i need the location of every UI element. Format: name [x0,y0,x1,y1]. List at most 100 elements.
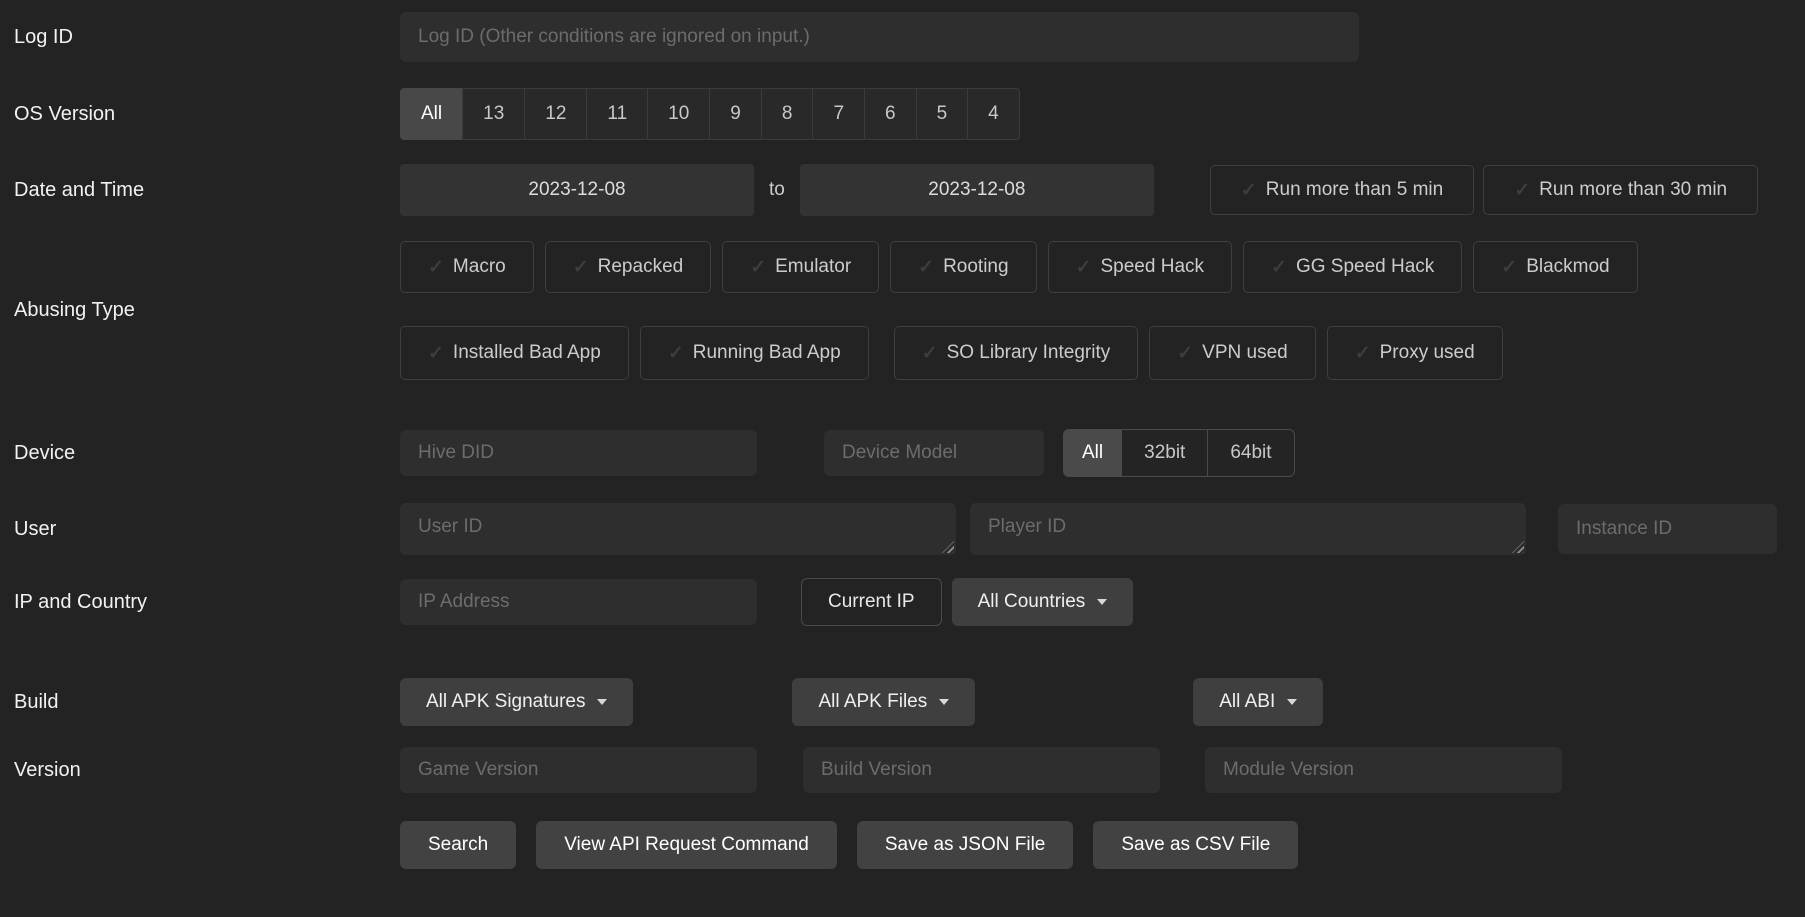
device-arch-segment: All 32bit 64bit [1063,429,1295,477]
installed-bad-app-label: Installed Bad App [453,342,601,364]
check-icon: ✓ [668,342,684,365]
blackmod-toggle[interactable]: ✓ Blackmod [1473,241,1637,293]
proxy-used-label: Proxy used [1380,342,1475,364]
check-icon: ✓ [750,256,766,279]
speed-hack-label: Speed Hack [1101,256,1205,278]
player-id-textarea-wrapper [970,503,1526,555]
countries-dropdown-label: All Countries [978,591,1086,613]
row-os-version: OS Version All 13 12 11 10 9 8 7 6 5 4 [0,88,1805,140]
row-actions: Search View API Request Command Save as … [0,821,1805,869]
os-version-option-all[interactable]: All [400,88,463,140]
user-id-textarea[interactable] [400,503,956,555]
row-ip-country: IP and Country Current IP All Countries [0,578,1805,626]
date-from-input[interactable] [400,164,754,216]
os-version-segment: All 13 12 11 10 9 8 7 6 5 4 [400,88,1020,140]
arch-option-32bit[interactable]: 32bit [1121,429,1208,477]
os-version-option-5[interactable]: 5 [916,88,969,140]
search-filter-form: Log ID OS Version All 13 12 11 10 9 8 7 … [0,0,1805,869]
speed-hack-toggle[interactable]: ✓ Speed Hack [1048,241,1232,293]
run-more-than-30-min-toggle[interactable]: ✓ Run more than 30 min [1483,165,1758,215]
check-icon: ✓ [918,256,934,279]
emulator-toggle[interactable]: ✓ Emulator [722,241,879,293]
arch-option-64bit[interactable]: 64bit [1207,429,1294,477]
check-icon: ✓ [1177,342,1193,365]
repacked-toggle[interactable]: ✓ Repacked [545,241,711,293]
check-icon: ✓ [1241,179,1257,202]
countries-dropdown[interactable]: All Countries [952,578,1134,626]
date-to-input[interactable] [800,164,1154,216]
emulator-label: Emulator [775,256,851,278]
os-version-option-11[interactable]: 11 [586,88,648,140]
save-json-button[interactable]: Save as JSON File [857,821,1074,869]
os-version-option-10[interactable]: 10 [647,88,710,140]
abusing-type-row-1: ✓ Macro ✓ Repacked ✓ Emulator ✓ Rooting [400,241,1638,293]
rooting-toggle[interactable]: ✓ Rooting [890,241,1036,293]
so-library-integrity-toggle[interactable]: ✓ SO Library Integrity [894,326,1139,380]
build-version-input[interactable] [803,747,1160,793]
os-version-option-9[interactable]: 9 [709,88,762,140]
device-model-input[interactable] [824,430,1044,476]
save-csv-button[interactable]: Save as CSV File [1093,821,1298,869]
os-version-option-4[interactable]: 4 [967,88,1020,140]
os-version-option-6[interactable]: 6 [864,88,917,140]
instance-id-input[interactable] [1558,504,1777,554]
check-icon: ✓ [1271,256,1287,279]
os-version-option-12[interactable]: 12 [524,88,587,140]
installed-bad-app-toggle[interactable]: ✓ Installed Bad App [400,326,629,380]
search-button[interactable]: Search [400,821,516,869]
repacked-label: Repacked [598,256,684,278]
check-icon: ✓ [922,342,938,365]
module-version-input[interactable] [1205,747,1562,793]
abusing-type-row-2: ✓ Installed Bad App ✓ Running Bad App ✓ … [400,326,1638,380]
run-more-than-30-min-label: Run more than 30 min [1539,179,1727,201]
os-version-option-7[interactable]: 7 [812,88,865,140]
apk-files-dropdown-label: All APK Files [818,691,927,713]
hive-did-input[interactable] [400,430,757,476]
label-os-version: OS Version [0,103,400,126]
run-more-than-5-min-toggle[interactable]: ✓ Run more than 5 min [1210,165,1474,215]
proxy-used-toggle[interactable]: ✓ Proxy used [1327,326,1503,380]
gg-speed-hack-toggle[interactable]: ✓ GG Speed Hack [1243,241,1462,293]
check-icon: ✓ [428,342,444,365]
vpn-used-toggle[interactable]: ✓ VPN used [1149,326,1315,380]
ip-address-input[interactable] [400,579,757,625]
os-version-option-8[interactable]: 8 [761,88,814,140]
so-library-integrity-label: SO Library Integrity [947,342,1111,364]
apk-files-dropdown[interactable]: All APK Files [792,678,975,726]
check-icon: ✓ [428,256,444,279]
label-build: Build [0,691,400,714]
label-abusing-type: Abusing Type [0,299,400,322]
caret-down-icon [597,699,607,705]
macro-label: Macro [453,256,506,278]
label-version: Version [0,759,400,782]
run-more-than-5-min-label: Run more than 5 min [1266,179,1443,201]
macro-toggle[interactable]: ✓ Macro [400,241,534,293]
abi-dropdown[interactable]: All ABI [1193,678,1323,726]
current-ip-button[interactable]: Current IP [801,578,942,626]
label-device: Device [0,442,400,465]
log-id-input[interactable] [400,12,1359,62]
row-version: Version [0,747,1805,793]
apk-signatures-dropdown[interactable]: All APK Signatures [400,678,633,726]
gg-speed-hack-label: GG Speed Hack [1296,256,1434,278]
player-id-textarea[interactable] [970,503,1526,555]
check-icon: ✓ [1514,179,1530,202]
arch-option-all[interactable]: All [1063,429,1122,477]
row-abusing-type: Abusing Type ✓ Macro ✓ Repacked ✓ Emulat… [0,241,1805,380]
user-id-textarea-wrapper [400,503,956,555]
row-log-id: Log ID [0,12,1805,62]
game-version-input[interactable] [400,747,757,793]
label-user: User [0,518,400,541]
check-icon: ✓ [1355,342,1371,365]
os-version-option-13[interactable]: 13 [462,88,525,140]
check-icon: ✓ [573,256,589,279]
check-icon: ✓ [1501,256,1517,279]
caret-down-icon [1287,699,1297,705]
view-api-request-command-button[interactable]: View API Request Command [536,821,837,869]
apk-signatures-dropdown-label: All APK Signatures [426,691,585,713]
caret-down-icon [939,699,949,705]
label-date-time: Date and Time [0,179,400,202]
caret-down-icon [1097,599,1107,605]
running-bad-app-toggle[interactable]: ✓ Running Bad App [640,326,869,380]
date-range-separator: to [769,179,785,201]
